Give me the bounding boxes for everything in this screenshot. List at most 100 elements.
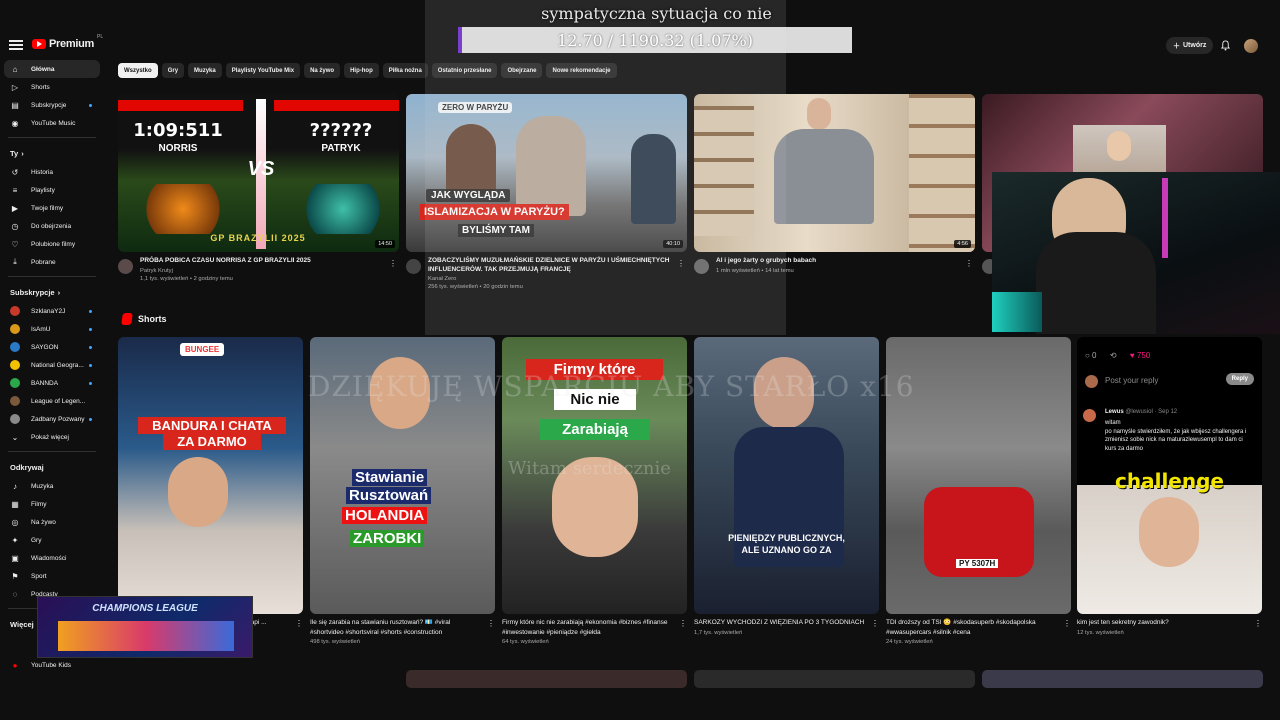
subscription-channel[interactable]: SAYGON — [0, 338, 104, 356]
more-options-icon[interactable]: ⋮ — [487, 619, 495, 628]
sidebar-item[interactable]: ◎ Na żywo — [0, 513, 104, 531]
sidebar-item[interactable]: ▶ Twoje filmy — [0, 199, 104, 217]
reply-button[interactable]: Reply — [1225, 373, 1254, 385]
filter-chip[interactable]: Muzyka — [188, 63, 222, 78]
thumb-caption: PIENIĘDZY PUBLICZNYCH, — [728, 533, 845, 543]
filter-chip[interactable]: Hip-hop — [344, 63, 379, 78]
sidebar-item[interactable]: ≡ Playlisty — [0, 181, 104, 199]
account-avatar[interactable] — [1244, 39, 1258, 53]
short-card[interactable]: BUNGEE BANDURA I CHATA ZA DARMO Bandura … — [118, 337, 303, 628]
more-options-icon[interactable]: ⋮ — [295, 619, 303, 628]
stream-alert-text: DZIĘKUJĘ WSPARCIU ABY STARŁO x16 — [308, 370, 915, 403]
person-head — [807, 98, 831, 130]
section-you[interactable]: Ty › — [0, 143, 104, 163]
video-thumbnail[interactable]: 1:09:511 ?????? NORRIS PATRYK VS GP BRAZ… — [118, 94, 399, 252]
more-options-icon[interactable]: ⋮ — [1063, 619, 1071, 628]
channel-label: Zadbany Pozwany — [31, 415, 85, 423]
short-title[interactable]: SARKOZY WYCHODZI Z WIĘZIENIA PO 3 TYGODN… — [694, 618, 879, 628]
video-card-partial[interactable] — [982, 670, 1263, 688]
filter-chip[interactable]: Playlisty YouTube Mix — [225, 63, 301, 78]
sidebar-item-label: YouTube Kids — [31, 661, 71, 669]
channel-avatar — [10, 324, 20, 334]
reply-input[interactable]: Post your reply — [1105, 376, 1158, 385]
person-head — [168, 457, 228, 527]
filter-chip[interactable]: Piłka nożna — [382, 63, 428, 78]
thumb-time-right: ?????? — [309, 120, 373, 141]
sidebar-item-label: Wiadomości — [31, 554, 67, 562]
new-content-dot — [89, 363, 92, 367]
short-thumbnail[interactable]: ○ 0 ⟲ ♥ 750 Post your reply Reply Lewus … — [1077, 337, 1262, 614]
sidebar-item[interactable]: ◉ YouTube Music — [0, 114, 104, 132]
video-card-partial[interactable] — [694, 670, 975, 688]
sidebar-item-label: Historia — [31, 168, 54, 176]
gaming-icon: ✦ — [11, 535, 19, 545]
video-card[interactable]: 1:09:511 ?????? NORRIS PATRYK VS GP BRAZ… — [118, 94, 399, 294]
sidebar-item[interactable]: ♪ Muzyka — [0, 477, 104, 495]
short-card[interactable]: ○ 0 ⟲ ♥ 750 Post your reply Reply Lewus … — [1077, 337, 1262, 636]
subscription-channel[interactable]: BANNDA — [0, 374, 104, 392]
reply-avatar — [1085, 375, 1098, 388]
short-title[interactable]: Firmy które nic nie zarabiają #ekonomia … — [502, 618, 687, 637]
sidebar-item[interactable]: ♡ Polubione filmy — [0, 235, 104, 253]
thumb-caption-yellow: challenge — [1115, 469, 1224, 493]
subscription-channel[interactable]: Zadbany Pozwany — [0, 410, 104, 428]
filter-chip[interactable]: Gry — [161, 63, 185, 78]
subscription-channel[interactable]: IsAmU — [0, 320, 104, 338]
tweet-handle: @lewusiol · Sep 12 — [1125, 409, 1178, 415]
more-options-icon[interactable]: ⋮ — [871, 619, 879, 628]
sidebar-item[interactable]: ● YouTube Kids — [0, 656, 104, 674]
filter-chip[interactable]: Wszystko — [118, 63, 158, 78]
short-thumbnail[interactable]: BUNGEE BANDURA I CHATA ZA DARMO — [118, 337, 303, 614]
short-title[interactable]: kim jest ten sekretny zawodnik? — [1077, 618, 1262, 628]
sidebar-item[interactable]: ▤ Subskrypcje — [0, 96, 104, 114]
more-options-icon[interactable]: ⋮ — [679, 619, 687, 628]
youtube-logo[interactable]: Premium PL — [32, 34, 103, 50]
thumb-caption-red: ZA DARMO — [163, 433, 261, 450]
channel-avatar — [10, 396, 20, 406]
create-button[interactable]: ＋ Utwórz — [1166, 37, 1214, 54]
short-views: 64 tys. wyświetleń — [502, 639, 549, 645]
sidebar-item-label: Gry — [31, 536, 42, 544]
subscription-channel[interactable]: SzklanaY2J — [0, 302, 104, 320]
sidebar-item[interactable]: ▦ Filmy — [0, 495, 104, 513]
sidebar-item[interactable]: ▷ Shorts — [0, 78, 104, 96]
sidebar-item[interactable]: ✦ Gry — [0, 531, 104, 549]
channel-label: IsAmU — [31, 325, 51, 333]
video-title[interactable]: PRÓBA POBICA CZASU NORRISA Z GP BRAZYLII… — [140, 257, 399, 266]
filter-chip[interactable]: Na żywo — [304, 63, 341, 78]
section-title: Odkrywaj — [10, 462, 44, 472]
sidebar-item[interactable]: ⚑ Sport — [0, 567, 104, 585]
channel-avatar[interactable] — [118, 259, 133, 274]
thumb-caption: Rusztowań — [346, 487, 432, 504]
short-title[interactable]: TDI droższy od TSI 😳 #skodasuperb #skoda… — [886, 618, 1071, 637]
subscription-channel[interactable]: League of Legen... — [0, 392, 104, 410]
short-title[interactable]: Ile się zarabia na stawianiu rusztowań? … — [310, 618, 495, 637]
channel-name[interactable]: Patryk Krutyj — [140, 268, 399, 274]
subscription-channel[interactable]: National Geogra... — [0, 356, 104, 374]
logo-region: PL — [96, 34, 104, 40]
person-body — [1036, 232, 1156, 334]
sidebar-item[interactable]: ↺ Historia — [0, 163, 104, 181]
sport-icon: ⚑ — [11, 571, 19, 581]
sidebar-item[interactable]: ▣ Wiadomości — [0, 549, 104, 567]
channel-avatar — [10, 342, 20, 352]
video-card-partial[interactable] — [406, 670, 687, 688]
sidebar-item[interactable]: ⌂ Główna — [4, 60, 100, 78]
sidebar-item[interactable]: ⤓ Pobrane — [0, 253, 104, 271]
sidebar-item-label: Shorts — [31, 83, 50, 91]
menu-icon[interactable] — [9, 38, 23, 52]
sidebar-item[interactable]: ◷ Do obejrzenia — [0, 217, 104, 235]
show-more-button[interactable]: ⌄ Pokaż więcej — [0, 428, 104, 446]
new-content-dot — [89, 327, 92, 331]
notifications-bell-icon[interactable] — [1220, 40, 1231, 51]
channel-avatar[interactable] — [406, 259, 421, 274]
more-options-icon[interactable]: ⋮ — [389, 259, 397, 268]
section-subscriptions[interactable]: Subskrypcje › — [0, 282, 104, 302]
sidebar-item-label: Do obejrzenia — [31, 222, 72, 230]
more-options-icon[interactable]: ⋮ — [965, 259, 973, 268]
sidebar-item-label: Sport — [31, 572, 47, 580]
short-views: 24 tys. wyświetleń — [886, 639, 933, 645]
more-options-icon[interactable]: ⋮ — [1254, 619, 1262, 628]
section-explore: Odkrywaj — [0, 457, 104, 477]
thumb-tag: BUNGEE — [180, 343, 225, 356]
